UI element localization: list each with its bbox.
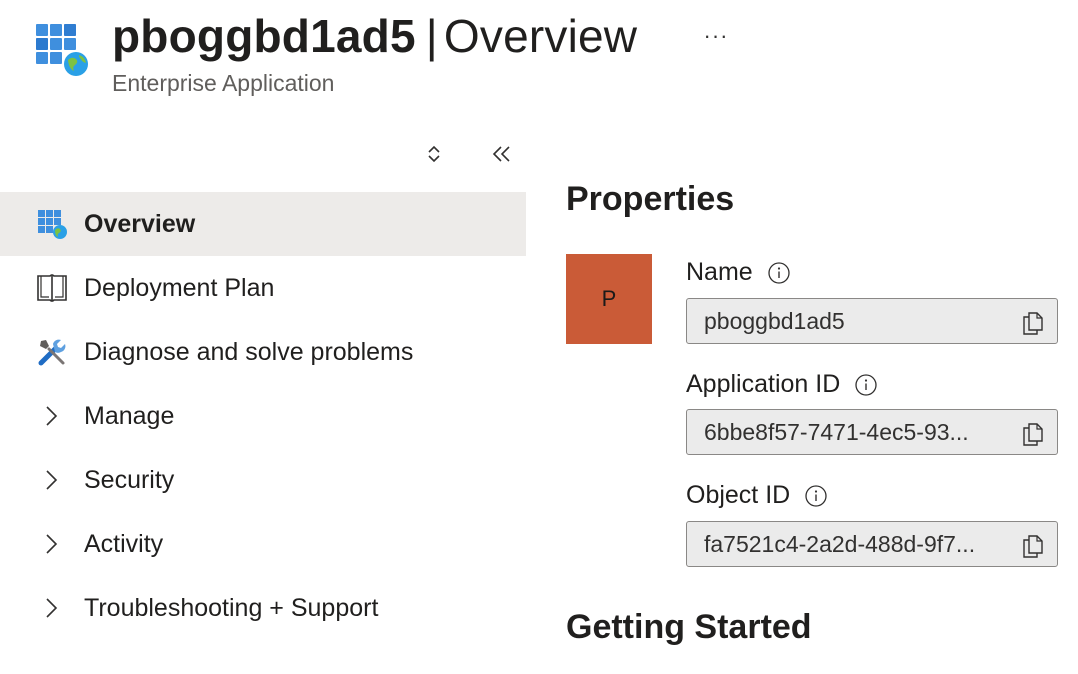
copy-icon[interactable] xyxy=(1021,532,1045,558)
object-id-value: fa7521c4-2a2d-488d-9f7... xyxy=(704,530,976,557)
sidebar-item-label: Troubleshooting + Support xyxy=(84,593,379,622)
copy-icon[interactable] xyxy=(1021,420,1045,446)
info-icon[interactable] xyxy=(854,373,878,397)
application-id-value: 6bbe8f57-7471-4ec5-93... xyxy=(704,418,969,445)
enterprise-app-icon xyxy=(36,24,92,80)
info-icon[interactable] xyxy=(767,261,791,285)
object-id-label-text: Object ID xyxy=(686,481,791,509)
title-separator: | xyxy=(425,10,438,62)
chevron-right-icon xyxy=(36,465,66,495)
name-field[interactable]: pboggbd1ad5 xyxy=(686,298,1058,344)
avatar-letter: P xyxy=(601,286,617,311)
object-id-label: Object ID xyxy=(686,481,828,510)
sidebar-item-troubleshooting[interactable]: Troubleshooting + Support xyxy=(0,576,526,640)
getting-started-heading: Getting Started xyxy=(566,608,812,646)
chevron-right-icon xyxy=(36,401,66,431)
sidebar-item-activity[interactable]: Activity xyxy=(0,512,526,576)
enterprise-app-icon xyxy=(34,206,70,242)
info-icon[interactable] xyxy=(804,484,828,508)
application-id-label-text: Application ID xyxy=(686,370,841,398)
more-options-button[interactable]: ··· xyxy=(694,20,738,52)
book-icon xyxy=(34,270,70,306)
name-label-text: Name xyxy=(686,258,753,286)
sidebar-item-label: Deployment Plan xyxy=(84,273,275,302)
chevron-right-icon xyxy=(36,529,66,559)
page-title: pboggbd1ad5 | Overview xyxy=(112,8,637,64)
sidebar-item-manage[interactable]: Manage xyxy=(0,384,526,448)
sidebar-item-security[interactable]: Security xyxy=(0,448,526,512)
sidebar-nav: Overview Deployment Plan Diagnose and so… xyxy=(0,192,526,640)
sidebar-item-label: Security xyxy=(84,465,175,494)
object-id-field[interactable]: fa7521c4-2a2d-488d-9f7... xyxy=(686,521,1058,567)
chevron-right-icon xyxy=(36,593,66,623)
sidebar-item-label: Diagnose and solve problems xyxy=(84,337,414,366)
app-avatar: P xyxy=(566,254,652,344)
page-name-title: Overview xyxy=(443,10,638,62)
wrench-screwdriver-icon xyxy=(34,334,70,370)
application-id-field[interactable]: 6bbe8f57-7471-4ec5-93... xyxy=(686,409,1058,455)
properties-heading: Properties xyxy=(566,180,735,218)
name-value: pboggbd1ad5 xyxy=(704,307,845,334)
sidebar-item-overview[interactable]: Overview xyxy=(0,192,526,256)
app-name-title: pboggbd1ad5 xyxy=(112,10,416,62)
up-down-chevron-icon[interactable] xyxy=(416,136,452,172)
sidebar-item-deployment-plan[interactable]: Deployment Plan xyxy=(0,256,526,320)
sidebar-item-label: Activity xyxy=(84,529,164,558)
name-label: Name xyxy=(686,258,791,287)
sidebar-item-label: Manage xyxy=(84,401,175,430)
page-subtitle: Enterprise Application xyxy=(112,70,335,96)
sidebar-item-diagnose[interactable]: Diagnose and solve problems xyxy=(0,320,526,384)
copy-icon[interactable] xyxy=(1021,309,1045,335)
double-chevron-left-icon[interactable] xyxy=(484,136,520,172)
application-id-label: Application ID xyxy=(686,370,878,399)
sidebar-item-label: Overview xyxy=(84,209,196,238)
